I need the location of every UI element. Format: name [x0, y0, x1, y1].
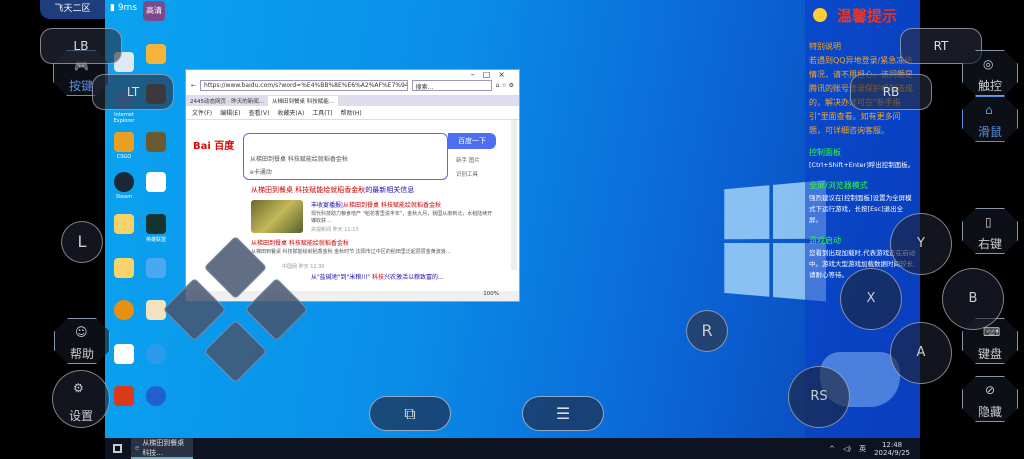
tips-heading: 控制面板 [809, 148, 841, 157]
tab[interactable]: 2445动态网页 · 昨天的新闻... [186, 96, 268, 106]
server-label: 飞天二区 [40, 0, 105, 19]
baidu-search-button[interactable]: 百度一下 [448, 133, 496, 149]
side-links[interactable]: 新手 图片 识别工具 [456, 156, 480, 178]
icon-label: Steam [115, 194, 133, 200]
news-heading[interactable]: 从梯田到餐桌 科技赋能绘就稻香金秋的最新相关信息 [251, 185, 414, 195]
desktop-icon-folder[interactable] [111, 258, 137, 280]
result-source: 中国网 昨天 12:30 [282, 264, 325, 270]
result-title[interactable]: 从梯田到餐桌 科技赋能绘就稻香金秋 [251, 238, 349, 247]
menu-button[interactable]: ☰ [522, 396, 604, 431]
headset-icon: ☺ [75, 325, 88, 339]
x-button[interactable]: X [840, 268, 902, 330]
desktop-icon[interactable] [111, 300, 137, 322]
desktop-icon[interactable] [143, 132, 169, 154]
touch-mode-button[interactable]: ◎ 触控 [962, 50, 1018, 96]
taskbar: e 从梯田到餐桌 科技... ^ ◁) 英 12:48 2024/9/25 [105, 438, 920, 459]
tips-heading: 全屏/浏览器模式 [809, 181, 868, 190]
desktop-icon-csgo[interactable]: CSGO [111, 132, 137, 160]
result-thumbnail[interactable] [251, 200, 303, 233]
hide-button[interactable]: ⊘ 隐藏 [962, 376, 1018, 422]
hamburger-icon: ☰ [555, 404, 571, 423]
tips-title: 温馨提示 [837, 7, 898, 25]
desktop-icon[interactable] [143, 172, 169, 194]
settings-button[interactable]: ⚙ 设置 [52, 370, 110, 428]
l-stick-button[interactable]: L [61, 221, 103, 263]
lb-button[interactable]: LB [40, 28, 122, 64]
rb-button[interactable]: RB [850, 74, 932, 110]
menu-edit[interactable]: 编辑(E) [220, 108, 240, 117]
eye-hidden-icon: ⊘ [985, 383, 996, 397]
lightbulb-icon [813, 8, 827, 22]
desktop-icon[interactable] [143, 344, 169, 366]
taskbar-app-ie[interactable]: e 从梯田到餐桌 科技... [131, 438, 193, 459]
suggestion[interactable]: e卡通动 [250, 167, 441, 176]
result-title[interactable]: 丰收宴播报|从梯田到餐桌 科技赋能绘就稻香金秋 [311, 200, 441, 209]
address-bar[interactable]: https://www.baidu.com/s?word=%E4%BB%8E%E… [200, 80, 408, 91]
back-icon[interactable]: ← [191, 82, 196, 89]
icon-label: CSGO [116, 154, 132, 160]
menu-file[interactable]: 文件(F) [192, 108, 212, 117]
windows-icon: ⧉ [404, 404, 416, 423]
desktop-icon-folder[interactable] [111, 214, 137, 236]
ie-icon: e [135, 443, 140, 452]
search-input[interactable]: 搜索... [411, 80, 492, 91]
icon-label: 英雄联盟 [145, 237, 166, 243]
result-source: 央视新闻 昨天 11:13 [311, 227, 359, 233]
menu-help[interactable]: 帮助(H) [341, 108, 362, 117]
tray-chevron-icon[interactable]: ^ [829, 445, 835, 453]
desktop-icon[interactable] [143, 258, 169, 280]
quality-button[interactable]: 高清 [143, 1, 165, 21]
help-button[interactable]: ☺ 帮助 [54, 318, 110, 364]
result-snippet: 从梯田到餐桌 科技赋能绘就稻香金秋 金秋时节 沈阳市辽中区的稻田里泛起层层金黄波… [251, 249, 451, 255]
windows-start-icon[interactable] [113, 444, 122, 453]
mouse-right-icon: ▯ [985, 215, 992, 229]
window-controls[interactable]: –□× [471, 70, 513, 79]
signal-icon: ▮ [110, 3, 115, 13]
icon-label: Internet Explorer [113, 112, 135, 124]
home-icon[interactable]: ⌂ ☆ ⚙ [496, 82, 514, 89]
result-snippet: 现代科技助力粮食增产 "稻花香里说丰年"，金秋九月，我国从南到北，水稻陆续开镰收… [311, 211, 493, 224]
desktop-icon[interactable] [111, 386, 137, 408]
menu-tools[interactable]: 工具(T) [312, 108, 332, 117]
tips-text: [Ctrl+Shift+Enter]呼出控制面板。 [809, 161, 915, 169]
gear-icon: ⚙ [73, 381, 84, 395]
ime-indicator[interactable]: 英 [859, 444, 866, 454]
a-button[interactable]: A [890, 322, 952, 384]
menu-view[interactable]: 查看(V) [249, 108, 270, 117]
desktop-icon-lol[interactable]: 英雄联盟 [143, 214, 169, 243]
desktop-icon[interactable] [143, 44, 169, 66]
baidu-search-box[interactable]: 从梯田到餐桌 科技赋能绘就稻香金秋 e卡通动 [243, 133, 448, 180]
result-title[interactable]: 从"盐碱地"到"米粮川" 科技兴农激活以粮致富的... [311, 272, 444, 281]
desktop-icon[interactable] [143, 386, 169, 408]
ping-indicator: ▮ 9ms [110, 3, 138, 13]
lt-button[interactable]: LT [92, 74, 174, 110]
scrollbar[interactable] [511, 120, 517, 270]
baidu-logo[interactable]: Bai 百度 [193, 137, 234, 152]
touch-icon: ◎ [983, 57, 994, 71]
mouse-icon: ⌂ [985, 103, 993, 117]
menu-favorites[interactable]: 收藏夹(A) [277, 108, 304, 117]
y-button[interactable]: Y [890, 213, 952, 275]
volume-icon[interactable]: ◁) [843, 445, 851, 453]
desktop-icon[interactable] [111, 344, 137, 366]
b-button[interactable]: B [942, 268, 1004, 330]
clock[interactable]: 12:48 2024/9/25 [874, 441, 910, 457]
mouse-mode-button[interactable]: ⌂ 滑鼠 [962, 96, 1018, 142]
r-stick-button[interactable]: R [686, 310, 728, 352]
tab-active[interactable]: 从梯田到餐桌 科技赋能... [268, 96, 338, 106]
rs-button[interactable]: RS [788, 366, 850, 428]
window-switch-button[interactable]: ⧉ [369, 396, 451, 431]
desktop-icon-steam[interactable]: Steam [111, 172, 137, 200]
right-click-button[interactable]: ▯ 右键 [962, 208, 1018, 254]
suggestion[interactable]: 从梯田到餐桌 科技赋能绘就稻香金秋 [250, 154, 441, 163]
